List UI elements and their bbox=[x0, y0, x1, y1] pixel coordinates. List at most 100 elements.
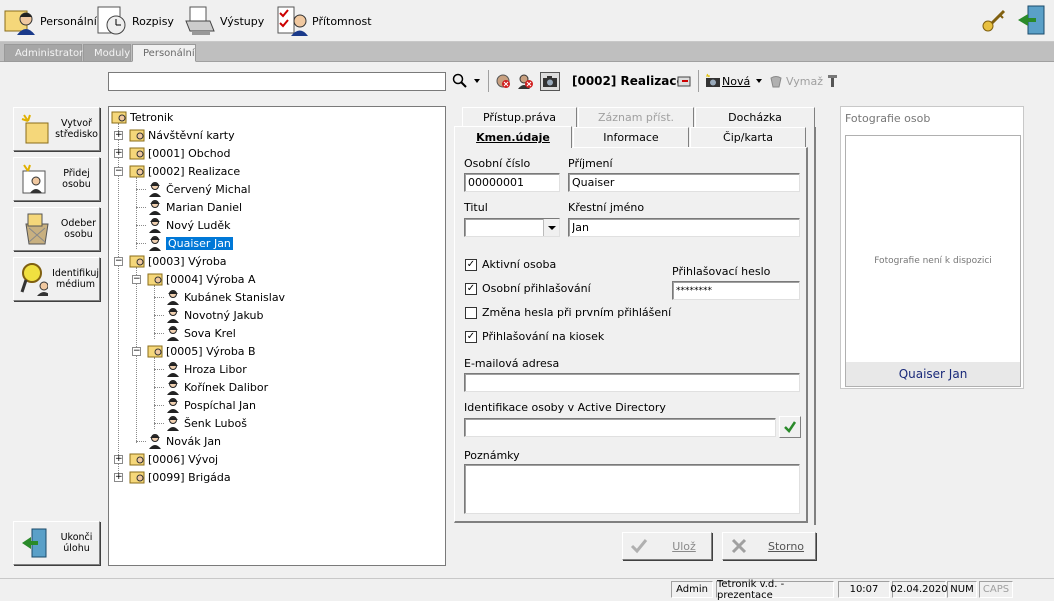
exit-icon[interactable] bbox=[1016, 4, 1048, 36]
expander-vyroba[interactable]: − bbox=[114, 257, 123, 266]
tab-pristup-prava[interactable]: Přístup.práva bbox=[462, 107, 577, 127]
new-button[interactable]: Nová bbox=[722, 75, 750, 88]
surname-input[interactable] bbox=[568, 173, 800, 192]
title-select[interactable] bbox=[464, 218, 560, 237]
tree-person[interactable]: Hroza Libor bbox=[165, 361, 247, 377]
tree-unit[interactable]: Návštěvní karty bbox=[129, 127, 235, 143]
change-password-checkbox[interactable] bbox=[465, 307, 477, 319]
tree-item-label: Pospíchal Jan bbox=[184, 398, 257, 412]
password-input[interactable] bbox=[672, 281, 800, 300]
org-tree[interactable]: + + − − − − + + Tetronik Návštěvní karty… bbox=[108, 106, 446, 566]
tools-icon[interactable] bbox=[824, 73, 840, 89]
ad-confirm-button[interactable] bbox=[779, 416, 801, 438]
notes-textarea[interactable] bbox=[464, 464, 800, 514]
tab-moduly[interactable]: Moduly bbox=[83, 44, 131, 62]
firstname-input[interactable] bbox=[568, 218, 800, 237]
active-checkbox[interactable]: ✓ bbox=[465, 259, 477, 271]
person-icon bbox=[165, 415, 181, 431]
tree-item-label: Marian Daniel bbox=[166, 200, 243, 214]
tree-person[interactable]: Novák Jan bbox=[147, 433, 221, 449]
tree-person[interactable]: Marian Daniel bbox=[147, 199, 242, 215]
tree-unit[interactable]: [0099] Brigáda bbox=[129, 469, 231, 485]
chevron-down-icon[interactable] bbox=[543, 219, 559, 236]
create-center-button[interactable]: Vytvoř středisko bbox=[13, 107, 100, 151]
vystupy-button[interactable]: Výstupy bbox=[184, 4, 264, 38]
photo-frame[interactable]: Fotografie není k dispozici Quaiser Jan bbox=[845, 135, 1021, 387]
tree-person[interactable]: Nový Luděk bbox=[147, 217, 231, 233]
expander-vyvoj[interactable]: + bbox=[114, 455, 123, 464]
delete-person-icon[interactable] bbox=[517, 73, 533, 89]
new-dropdown-icon[interactable] bbox=[754, 76, 764, 86]
tab-dochazka[interactable]: Docházka bbox=[695, 107, 815, 127]
search-input[interactable] bbox=[108, 72, 446, 91]
tree-item-label: Novotný Jakub bbox=[184, 308, 264, 322]
end-task-button[interactable]: Ukonči úlohu bbox=[13, 521, 100, 565]
tree-person[interactable]: Červený Michal bbox=[147, 181, 251, 197]
rozpisy-button[interactable]: Rozpisy bbox=[96, 4, 174, 38]
ad-label: Identifikace osoby v Active Directory bbox=[464, 401, 666, 414]
tab-informace[interactable]: Informace bbox=[573, 127, 689, 147]
add-person-label: Přidej osobu bbox=[62, 168, 91, 190]
main-toolbar: Personální Rozpisy Výstupy Přítomnost bbox=[0, 0, 1054, 42]
personalni-button[interactable]: Personální bbox=[4, 4, 97, 38]
tree-person[interactable]: Sova Krel bbox=[165, 325, 236, 341]
group-icon bbox=[129, 451, 145, 467]
personal-login-checkbox[interactable]: ✓ bbox=[465, 283, 477, 295]
add-person-button[interactable]: Přidej osobu bbox=[13, 157, 100, 201]
tree-person[interactable]: Pospíchal Jan bbox=[165, 397, 256, 413]
kiosk-label: Přihlašování na kiosek bbox=[482, 330, 605, 343]
tree-root[interactable]: Tetronik bbox=[111, 109, 173, 125]
delete-icon[interactable] bbox=[768, 73, 784, 89]
tree-person[interactable]: Novotný Jakub bbox=[165, 307, 263, 323]
tree-person[interactable]: Kubánek Stanislav bbox=[165, 289, 285, 305]
end-task-label: Ukonči úlohu bbox=[60, 532, 93, 554]
identify-medium-button[interactable]: Identifikuj médium bbox=[13, 257, 100, 301]
move-icon[interactable] bbox=[676, 73, 692, 89]
remove-filter-icon[interactable] bbox=[495, 73, 511, 89]
expander-vyroba-b[interactable]: − bbox=[132, 347, 141, 356]
tree-unit[interactable]: [0006] Vývoj bbox=[129, 451, 218, 467]
search-dropdown-icon[interactable] bbox=[472, 76, 482, 86]
tab-personalni[interactable]: Personální bbox=[132, 44, 196, 62]
tree-item-label: Návštěvní karty bbox=[148, 128, 235, 142]
save-label: Ulož bbox=[672, 539, 696, 553]
search-icon[interactable] bbox=[452, 73, 468, 89]
tab-zaznam-prist[interactable]: Záznam příst. bbox=[578, 107, 694, 127]
expander-brigada[interactable]: + bbox=[114, 473, 123, 482]
expander-obchod[interactable]: + bbox=[114, 149, 123, 158]
new-icon[interactable] bbox=[705, 73, 721, 89]
expander-vyroba-a[interactable]: − bbox=[132, 275, 141, 284]
tree-person[interactable]: Quaiser Jan bbox=[147, 235, 233, 251]
remove-person-button[interactable]: Odeber osobu bbox=[13, 207, 100, 251]
status-bar: Admin Tetronik v.d. - prezentace 10:07 0… bbox=[0, 578, 1054, 601]
tree-unit[interactable]: [0003] Výroba bbox=[129, 253, 227, 269]
tree-unit[interactable]: [0004] Výroba A bbox=[147, 271, 256, 287]
tree-unit[interactable]: [0005] Výroba B bbox=[147, 343, 256, 359]
save-button[interactable]: Ulož bbox=[622, 532, 712, 560]
tab-administrator[interactable]: Administrator bbox=[4, 44, 83, 62]
keys-icon[interactable] bbox=[980, 6, 1008, 34]
group-icon bbox=[147, 343, 163, 359]
expander-realizace[interactable]: − bbox=[114, 167, 123, 176]
camera-icon[interactable] bbox=[540, 72, 560, 91]
kiosk-checkbox[interactable]: ✓ bbox=[465, 331, 477, 343]
tab-cip-karta[interactable]: Čip/karta bbox=[690, 127, 806, 147]
tab-kmen-udaje[interactable]: Kmen.údaje bbox=[454, 126, 572, 148]
tree-unit[interactable]: [0001] Obchod bbox=[129, 145, 230, 161]
delete-button[interactable]: Vymaž bbox=[786, 75, 823, 88]
tree-unit[interactable]: [0002] Realizace bbox=[129, 163, 240, 179]
ad-input[interactable] bbox=[464, 418, 776, 437]
pritomnost-button[interactable]: Přítomnost bbox=[276, 4, 372, 38]
email-input[interactable] bbox=[464, 373, 800, 392]
status-num: NUM bbox=[947, 581, 977, 598]
personal-number-input[interactable] bbox=[464, 173, 560, 192]
photo-header: Fotografie osob bbox=[845, 112, 931, 125]
identify-medium-label: Identifikuj médium bbox=[52, 268, 99, 290]
tree-person[interactable]: Kořínek Dalibor bbox=[165, 379, 268, 395]
cancel-button[interactable]: Storno bbox=[722, 532, 816, 560]
tree-item-label: Quaiser Jan bbox=[166, 236, 233, 250]
photo-panel: Fotografie osob Fotografie není k dispoz… bbox=[840, 106, 1024, 389]
person-icon bbox=[165, 361, 181, 377]
expander-navstevni[interactable]: + bbox=[114, 131, 123, 140]
tree-person[interactable]: Šenk Luboš bbox=[165, 415, 247, 431]
